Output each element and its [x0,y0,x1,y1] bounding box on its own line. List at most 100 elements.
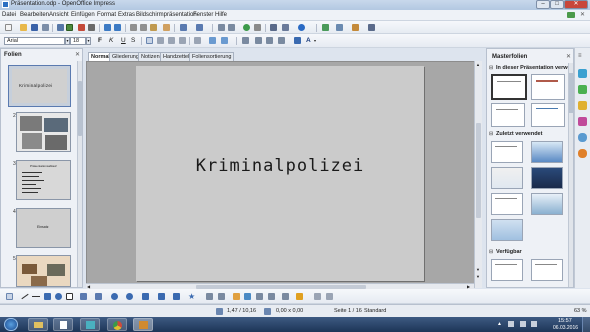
font-size-dropdown-icon[interactable]: ▾ [86,37,91,45]
arrange-icon[interactable] [296,293,303,300]
zoom-icon[interactable] [282,24,289,31]
scroll-up-icon[interactable]: ▲ [476,62,480,67]
new-icon[interactable] [5,24,12,31]
redo-icon[interactable] [196,24,203,31]
font-color-dropdown-icon[interactable]: ▾ [314,38,316,43]
tab-foliensortierung[interactable]: Foliensortierung [189,52,235,61]
master-thumbnail[interactable] [531,141,563,163]
table-icon[interactable] [228,24,235,31]
character-icon[interactable] [294,37,301,44]
format-paintbrush-icon[interactable] [163,24,170,31]
align-right-icon[interactable] [168,37,175,44]
font-name-field[interactable]: Arial [4,37,65,45]
sidebar-menu-icon[interactable]: ≡ [578,53,582,59]
status-zoom[interactable]: 63 % [574,308,587,314]
cut-icon[interactable] [130,24,137,31]
master-thumbnail[interactable] [531,193,563,215]
document-close-icon[interactable]: ✕ [580,11,585,18]
master-thumbnail[interactable] [491,193,523,215]
workspace-vertical-scrollbar[interactable]: ▲ ▼ ▼ [474,61,482,288]
master-scrollbar-thumb[interactable] [569,73,573,113]
slides-scrollbar[interactable] [77,61,82,287]
slide-transition-icon[interactable] [578,133,587,142]
export-pdf-icon[interactable] [66,24,73,31]
edit-file-icon[interactable] [57,24,64,31]
connector-icon[interactable] [95,293,102,300]
slide-thumbnail[interactable]: Einsatz [16,208,71,248]
callouts-icon[interactable] [173,293,180,300]
taskbar-chrome-icon[interactable] [107,318,127,331]
block-arrows-icon[interactable] [142,293,149,300]
tray-arrow-icon[interactable]: ▲ [497,321,502,327]
properties-icon[interactable] [578,69,587,78]
clock-time[interactable]: 15:57 [558,318,572,324]
rotate-icon[interactable] [268,293,275,300]
stars-icon[interactable]: ★ [188,292,195,301]
menu-fenster[interactable]: Fenster [193,12,213,18]
menu-format[interactable]: Format [97,12,116,18]
font-color-icon[interactable]: A [306,37,311,44]
master-thumbnail[interactable] [491,167,523,189]
print-icon[interactable] [88,24,95,31]
master-slides-icon[interactable] [578,85,587,94]
tray-network-icon[interactable] [520,321,526,327]
copy-icon[interactable] [140,24,147,31]
menu-hilfe[interactable]: Hilfe [215,12,227,18]
draw-functions-icon[interactable] [270,24,277,31]
slide-thumbnail[interactable] [16,112,71,152]
save-icon[interactable] [31,24,38,31]
slide-thumbnail[interactable] [16,255,71,287]
font-size-field[interactable]: 18 [70,37,86,45]
tab-notizen[interactable]: Notizen [138,52,163,61]
slide-design-icon[interactable] [352,24,359,31]
close-button[interactable]: ✕ [564,0,588,9]
master-thumbnail[interactable] [491,103,525,127]
spellcheck-icon[interactable] [104,24,111,31]
section-available[interactable]: Verfügbar [496,249,522,255]
menu-ansicht[interactable]: Ansicht [49,12,69,18]
ellipse-icon[interactable] [55,293,62,300]
master-thumbnail[interactable] [531,74,565,100]
decrease-font-icon[interactable] [278,37,285,44]
collapse-icon[interactable]: ⊟ [489,65,493,71]
tab-gliederung[interactable]: Gliederung [109,52,142,61]
bold-button[interactable]: F [98,37,102,44]
update-icon[interactable] [567,12,575,18]
help-icon[interactable] [298,24,305,31]
master-thumbnail[interactable] [491,259,523,281]
slide-show-icon[interactable] [322,24,329,31]
symbol-shapes-icon[interactable] [126,293,133,300]
points-icon[interactable] [206,293,213,300]
taskbar-explorer-icon[interactable] [28,318,48,331]
menu-einfuegen[interactable]: Einfügen [71,12,95,18]
curve-icon[interactable] [80,293,87,300]
increase-indent-icon[interactable] [221,37,228,44]
fontwork-icon[interactable] [233,293,240,300]
collapse-icon[interactable]: ⊟ [489,249,493,255]
hyperlink-icon[interactable] [254,24,261,31]
increase-font-icon[interactable] [266,37,273,44]
minimize-button[interactable]: – [536,0,550,9]
master-thumbnail[interactable] [491,219,523,241]
menu-datei[interactable]: Datei [2,12,16,18]
justify-icon[interactable] [179,37,186,44]
pdf-icon[interactable] [78,24,85,31]
slides-scrollbar-thumb[interactable] [78,81,82,136]
email-icon[interactable] [42,24,49,31]
taskbar-impress-icon[interactable] [133,318,153,331]
align-center-icon[interactable] [157,37,164,44]
move-down-icon[interactable] [255,37,262,44]
layouts-icon[interactable] [578,101,587,110]
master-thumbnail[interactable] [531,259,563,281]
show-desktop-button[interactable] [582,317,590,332]
decrease-indent-icon[interactable] [209,37,216,44]
undo-icon[interactable] [180,24,187,31]
master-panel-scrollbar[interactable] [568,63,573,287]
section-in-use[interactable]: In dieser Präsentation verwe [496,65,571,71]
master-thumbnail-selected[interactable] [491,74,527,100]
master-thumbnail[interactable] [491,141,523,163]
slide-workspace[interactable]: Kriminalpolizei [86,61,482,288]
move-up-icon[interactable] [242,37,249,44]
extrusion-icon[interactable] [314,293,321,300]
taskbar-app-icon[interactable] [80,318,100,331]
